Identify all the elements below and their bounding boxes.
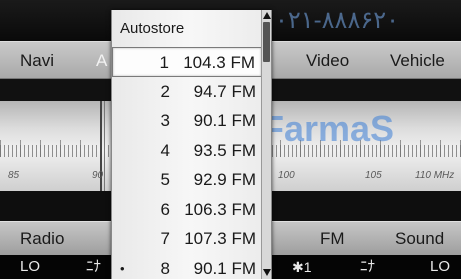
station-row[interactable]: 1 104.3 FM (112, 47, 262, 77)
func-sound[interactable]: Sound (395, 222, 444, 256)
station-number: 2 (160, 81, 170, 101)
func-radio[interactable]: Radio (20, 222, 64, 256)
station-frequency: 92.9 FM (193, 170, 256, 189)
station-frequency: 104.3 FM (183, 53, 255, 72)
scroll-up-arrow-icon[interactable] (263, 12, 271, 19)
station-row[interactable]: • 8 90.1 FM (112, 254, 262, 279)
list-scrollbar[interactable] (261, 10, 271, 279)
station-bullet: • (120, 260, 125, 276)
station-frequency: 90.1 FM (193, 258, 256, 278)
tuner-label-110: 110 MHz (415, 170, 455, 181)
tuner-label-100: 100 (278, 170, 295, 181)
scroll-down-arrow-icon[interactable] (263, 269, 271, 276)
station-frequency: 93.5 FM (193, 140, 256, 160)
menu-item-vehicle[interactable]: Vehicle (390, 42, 445, 80)
station-row[interactable]: 5 92.9 FM (112, 165, 262, 195)
station-frequency: 94.7 FM (193, 81, 256, 101)
fan-speed-indicator[interactable]: ✱1 (292, 255, 312, 279)
station-number: 1 (159, 53, 169, 72)
scroll-thumb[interactable] (263, 22, 270, 62)
autostore-title: Autostore (120, 20, 185, 37)
func-fm-band[interactable]: FM (320, 222, 345, 256)
station-number: 7 (160, 229, 170, 248)
head-unit-screen: Navi A Video Vehicle 85 90 100 105 110 M… (0, 0, 461, 279)
watermark-phone: ۰۲۱-۸۸۸۶۲۰ (275, 7, 400, 34)
station-row[interactable]: 7 107.3 FM (112, 224, 262, 254)
right-fan-icon[interactable]: ﾆﾅ (360, 255, 375, 279)
menu-item-navi[interactable]: Navi (20, 42, 54, 80)
station-row[interactable]: 6 106.3 FM (112, 195, 262, 225)
station-list: 1 104.3 FM 2 94.7 FM 3 90.1 FM 4 93.5 FM… (112, 47, 262, 279)
menu-item-video[interactable]: Video (306, 42, 349, 80)
tuner-label-85: 85 (8, 170, 20, 181)
station-number: 6 (160, 199, 170, 219)
station-frequency: 106.3 FM (184, 199, 256, 219)
station-row[interactable]: 2 94.7 FM (112, 77, 262, 107)
station-number: 4 (160, 140, 170, 160)
tuner-needle-shadow (104, 101, 105, 191)
station-frequency: 107.3 FM (184, 229, 256, 248)
tuner-label-90: 90 (92, 170, 104, 181)
station-number: 8 (160, 258, 170, 278)
station-row[interactable]: 3 90.1 FM (112, 106, 262, 136)
left-temperature[interactable]: LO (20, 255, 40, 279)
watermark-brand: FarmaS (262, 108, 395, 149)
menu-item-audio[interactable]: A (96, 42, 107, 80)
autostore-dropdown: Autostore 1 104.3 FM 2 94.7 FM 3 90.1 FM… (111, 10, 272, 279)
left-fan-icon[interactable]: ﾆﾅ (86, 255, 101, 279)
right-temperature[interactable]: LO (430, 255, 450, 279)
station-frequency: 90.1 FM (193, 111, 256, 130)
station-number: 3 (160, 111, 170, 130)
station-number: 5 (160, 170, 170, 189)
tuner-label-105: 105 (365, 170, 382, 181)
station-row[interactable]: 4 93.5 FM (112, 136, 262, 166)
